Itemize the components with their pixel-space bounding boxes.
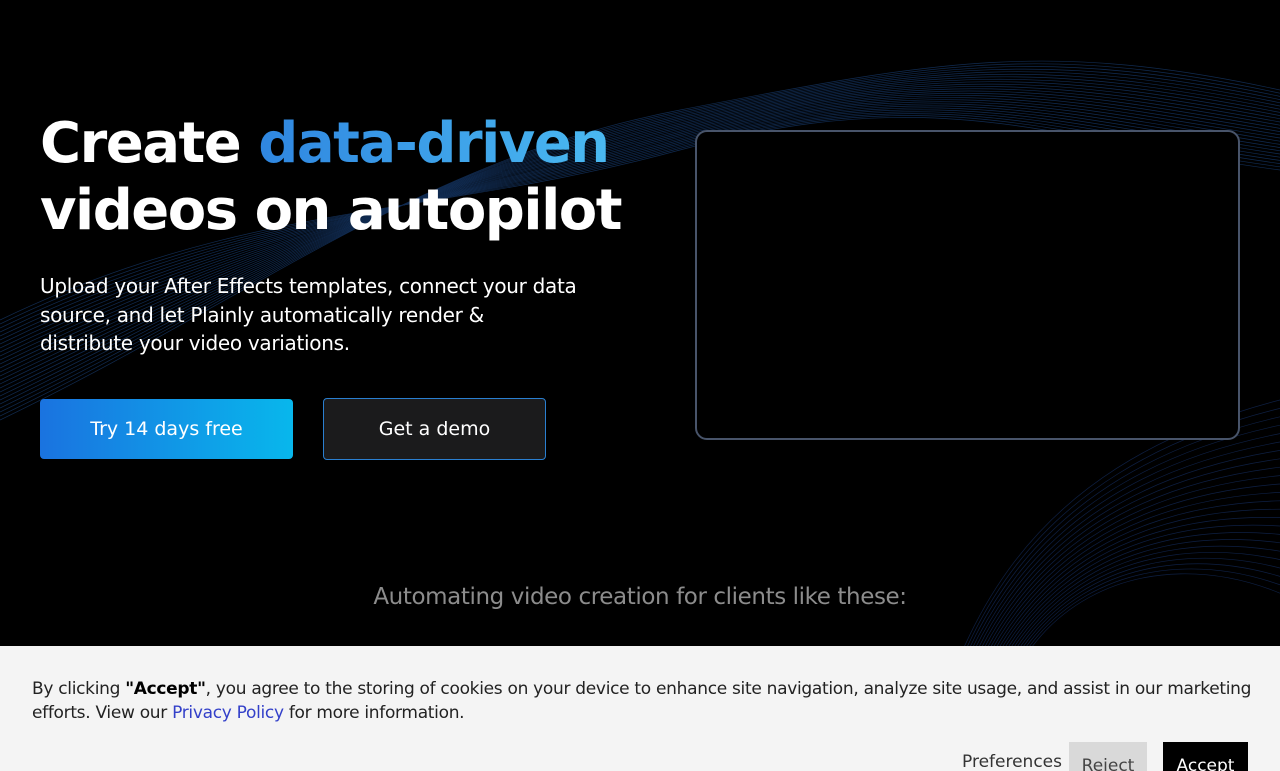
cookie-accept-quote: "Accept"	[125, 679, 206, 699]
privacy-policy-link[interactable]: Privacy Policy	[172, 703, 284, 723]
cookie-text-intro: By clicking	[32, 679, 126, 699]
cookie-text-end: for more information.	[283, 703, 465, 723]
hero-title-line-1: Create data-driven	[40, 110, 621, 177]
hero-title-prefix: Create	[40, 111, 259, 176]
page: Create data-driven videos on autopilot U…	[0, 0, 1280, 771]
video-player[interactable]	[695, 130, 1240, 440]
cookie-preferences-button[interactable]: Preferences	[956, 746, 1068, 771]
cookie-accept-button[interactable]: Accept	[1163, 742, 1248, 771]
cookie-reject-button[interactable]: Reject	[1069, 742, 1147, 771]
hero-subtitle: Upload your After Effects templates, con…	[40, 274, 577, 355]
hero-title-line-2: videos on autopilot	[40, 178, 623, 243]
hero-title-highlight: data-driven	[258, 111, 610, 176]
cookie-message: By clicking "Accept", you agree to the s…	[32, 677, 1252, 725]
cookie-banner: By clicking "Accept", you agree to the s…	[0, 646, 1280, 771]
hero-title: Create data-driven videos on autopilot	[40, 110, 623, 244]
get-demo-button[interactable]: Get a demo	[323, 398, 546, 460]
try-free-button[interactable]: Try 14 days free	[40, 399, 293, 459]
clients-caption: Automating video creation for clients li…	[373, 584, 907, 610]
